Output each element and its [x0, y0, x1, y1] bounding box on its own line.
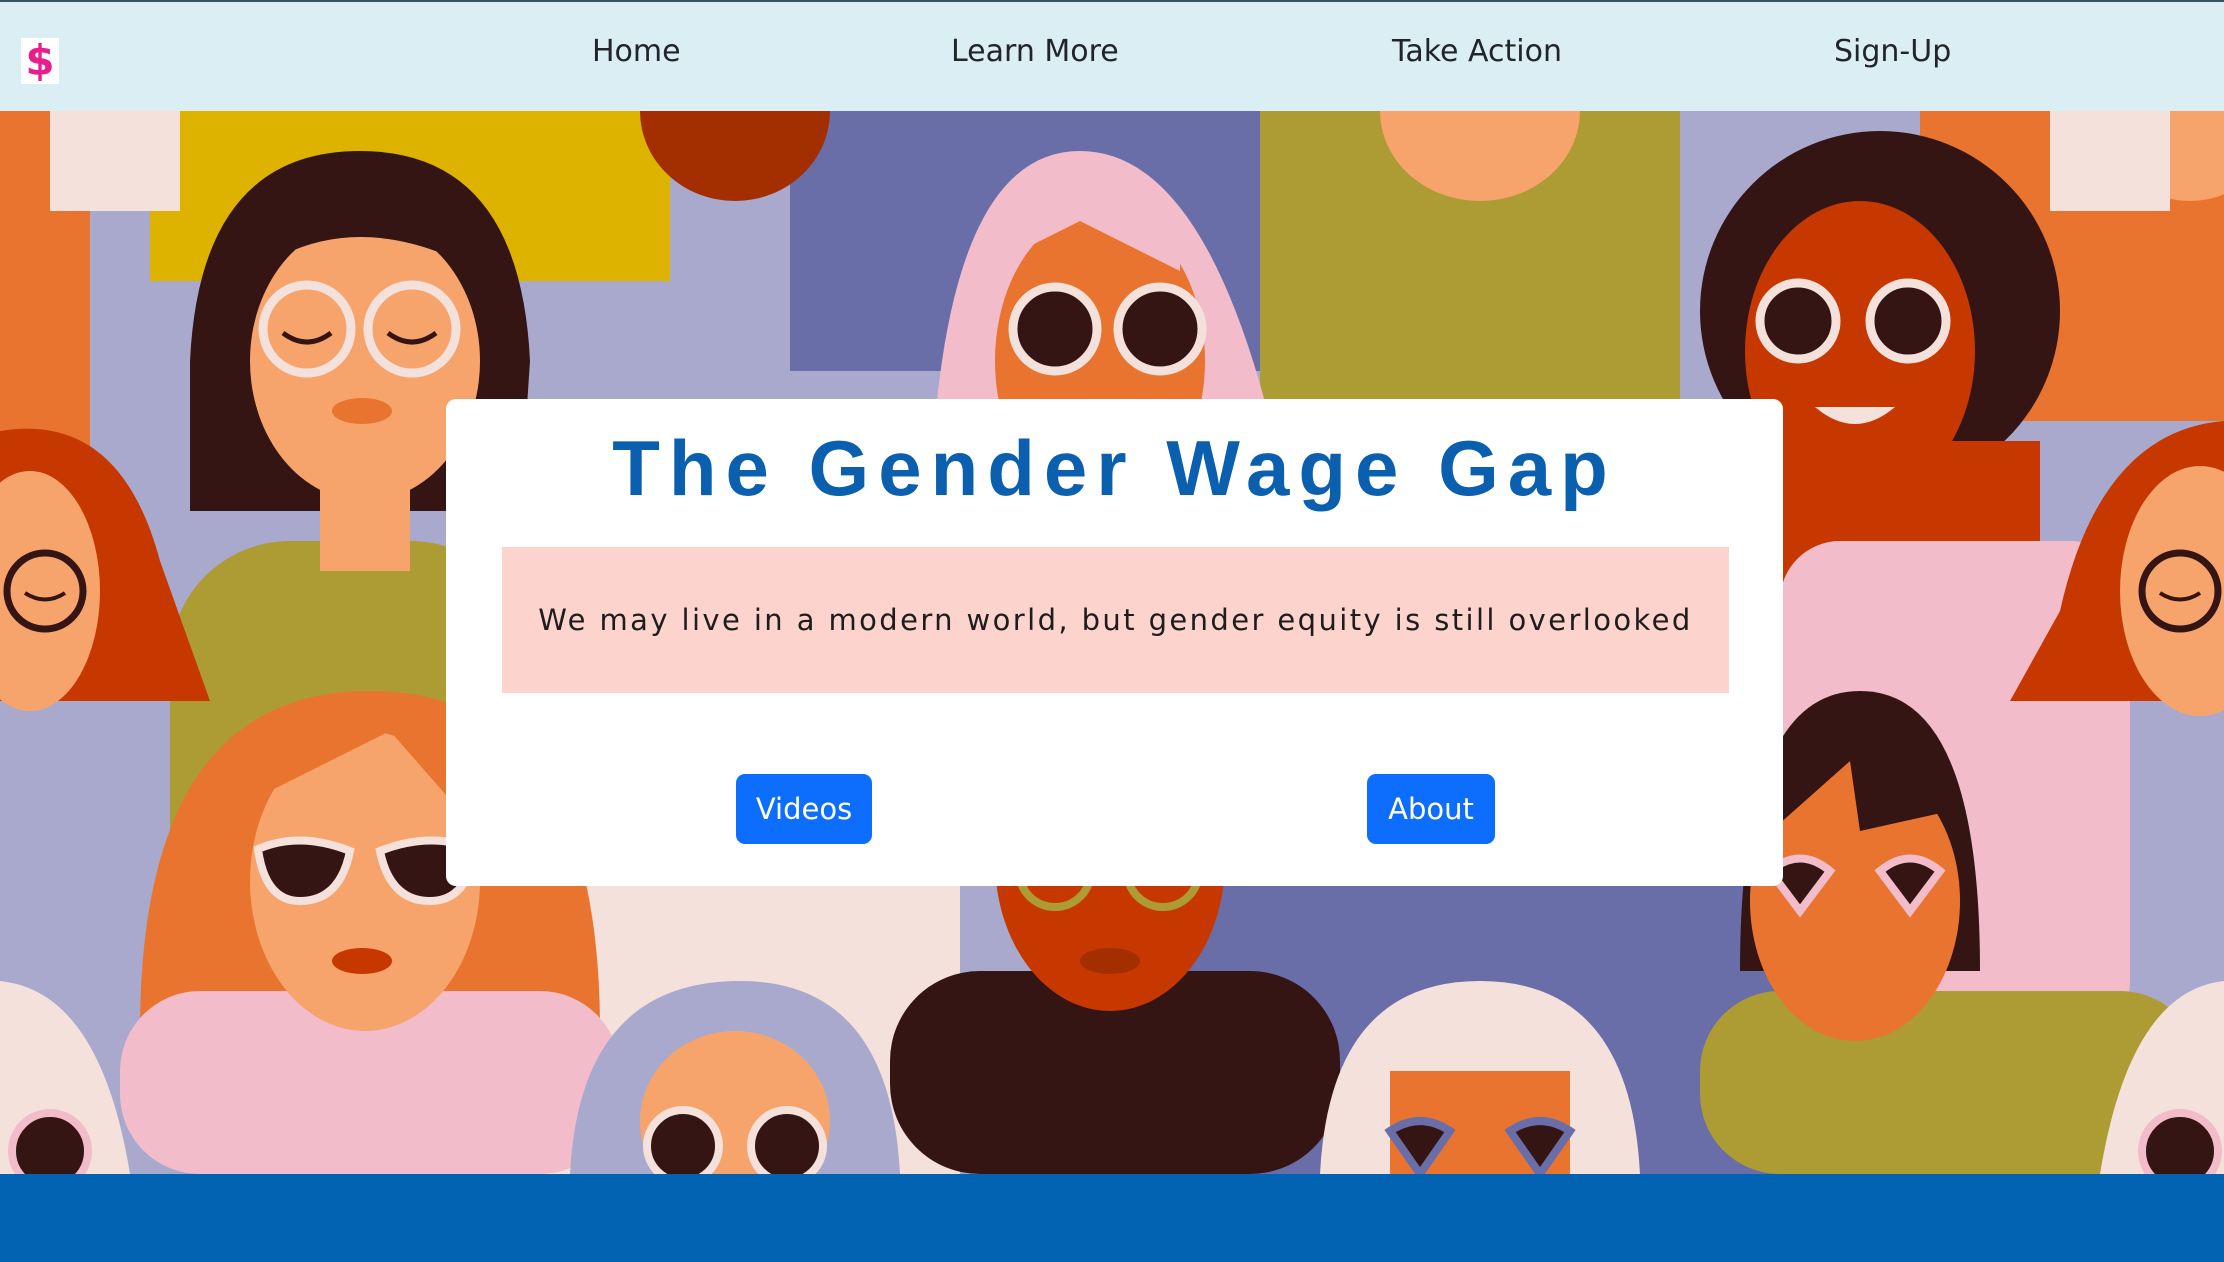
about-button[interactable]: About	[1367, 774, 1495, 844]
nav-link-sign-up[interactable]: Sign-Up	[1834, 28, 1951, 76]
nav-link-learn-more[interactable]: Learn More	[951, 28, 1119, 76]
page-title: The Gender Wage Gap	[612, 424, 1617, 512]
videos-button[interactable]: Videos	[736, 774, 872, 844]
subtitle-text: We may live in a modern world, but gende…	[538, 603, 1693, 637]
top-navbar: $ Home Learn More Take Action Sign-Up	[0, 0, 2224, 111]
nav-link-home[interactable]: Home	[592, 28, 681, 76]
dollar-logo-icon[interactable]: $	[21, 38, 59, 84]
nav-link-take-action[interactable]: Take Action	[1392, 28, 1562, 76]
hero-card: The Gender Wage Gap We may live in a mod…	[446, 399, 1783, 886]
footer-band	[0, 1174, 2224, 1262]
subtitle-banner: We may live in a modern world, but gende…	[502, 547, 1729, 693]
